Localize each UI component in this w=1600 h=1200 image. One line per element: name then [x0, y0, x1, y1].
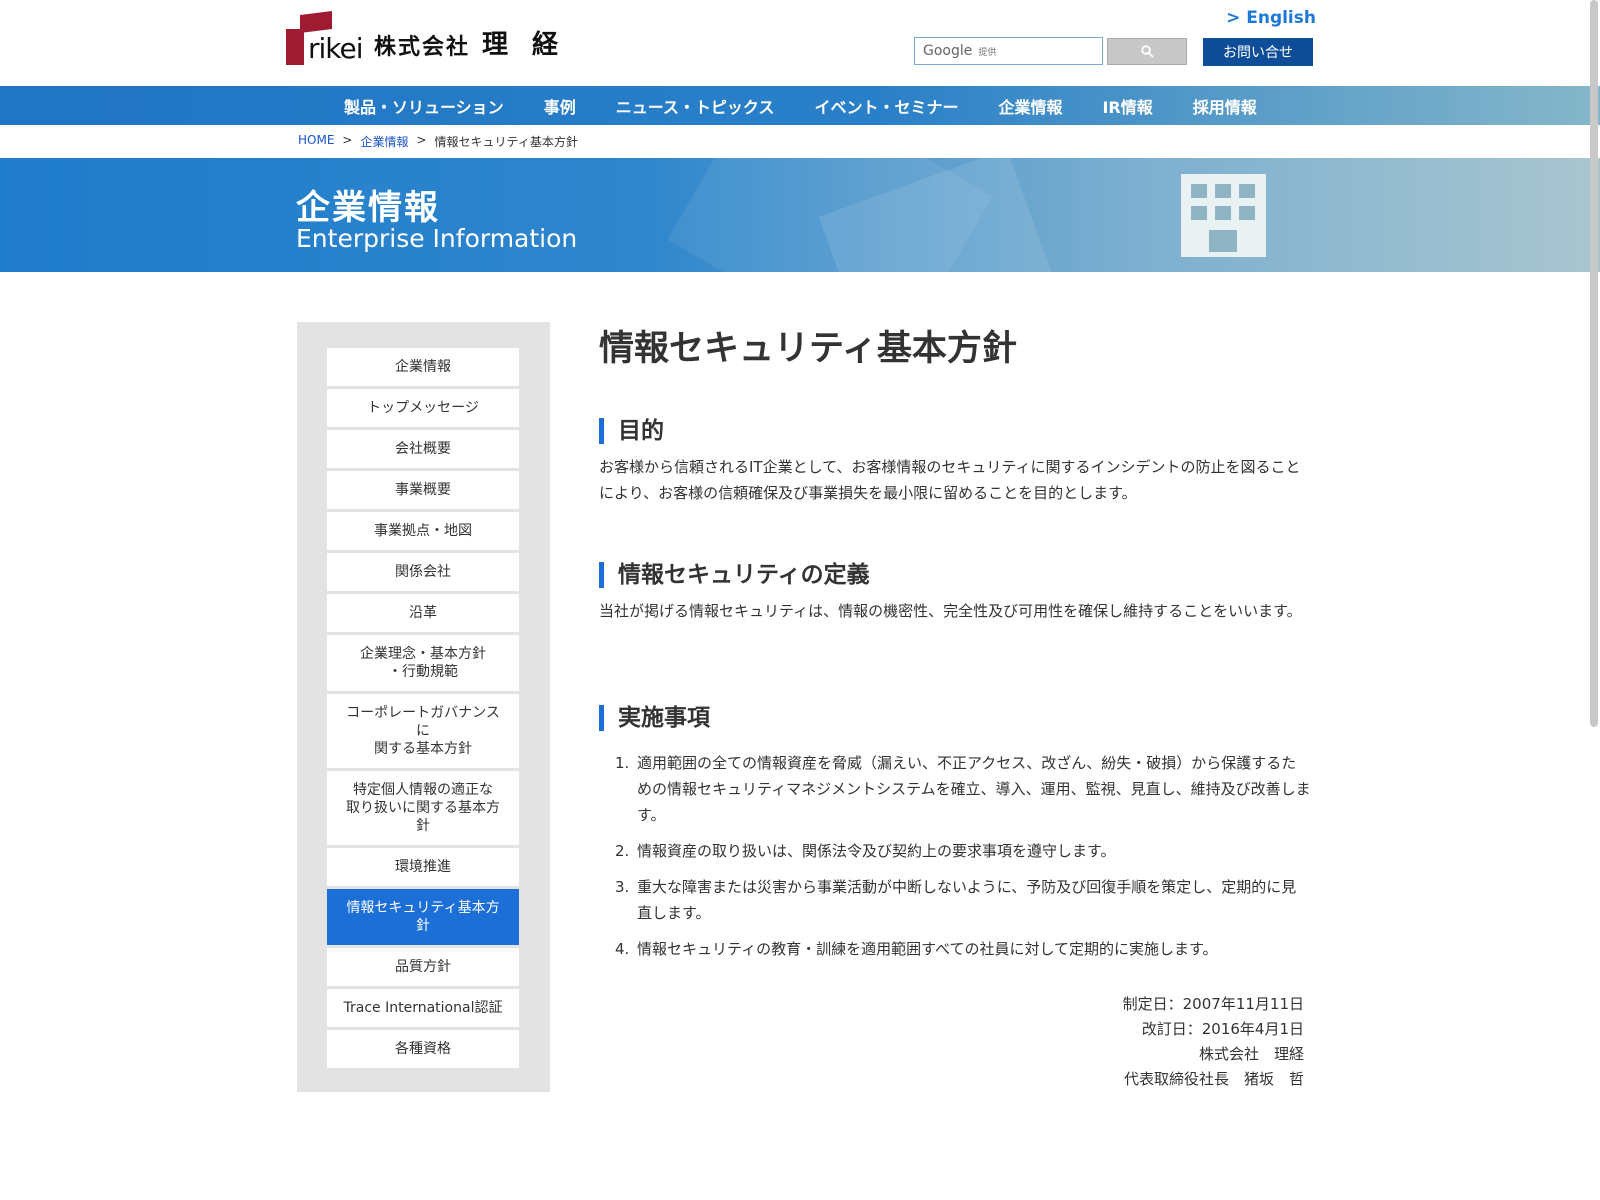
nav-item-news[interactable]: ニュース・トピックス [616, 94, 775, 118]
nav-item-company[interactable]: 企業情報 [998, 94, 1062, 118]
section-heading-measures: 実施事項 [599, 705, 710, 731]
page-scrollbar[interactable] [1590, 0, 1598, 727]
search-button[interactable] [1107, 38, 1187, 65]
sidebar-item-trace[interactable]: Trace International認証 [327, 989, 519, 1027]
sidebar-item-company[interactable]: 企業情報 [327, 348, 519, 386]
search-provider-label: Google [923, 43, 973, 59]
signature-company: 株式会社 理経 [1198, 1045, 1304, 1063]
sidebar-item-personal-info[interactable]: 特定個人情報の適正な 取り扱いに関する基本方 針 [327, 771, 519, 845]
established-date: 制定日：2007年11月11日 [1122, 995, 1304, 1013]
sidebar-item-philosophy[interactable]: 企業理念・基本方針 ・行動規範 [327, 635, 519, 691]
search-provider-suffix: 提供 [978, 47, 997, 58]
company-logo[interactable]: rikei 株式会社 理経 [286, 10, 582, 65]
list-item-text: 重大な障害または災害から事業活動が中断しないように、予防及び回復手順を策定し、定… [637, 878, 1297, 922]
sidebar-item-business[interactable]: 事業概要 [327, 471, 519, 509]
english-link[interactable]: > English [1226, 8, 1316, 28]
hero-subtitle: Enterprise Information [296, 224, 578, 253]
sidebar-item-governance[interactable]: コーポレートガバナンス に 関する基本方針 [327, 694, 519, 768]
sidebar-item-environment[interactable]: 環境推進 [327, 848, 519, 886]
breadcrumb-separator: > [342, 133, 353, 147]
sidebar-item-certifications[interactable]: 各種資格 [327, 1030, 519, 1068]
hero-title: 企業情報 [296, 188, 440, 228]
search-icon [1140, 45, 1154, 58]
signature-block: 制定日：2007年11月11日 改訂日：2016年4月1日 株式会社 理経 代表… [1123, 992, 1304, 1092]
sidebar-nav: 企業情報 トップメッセージ 会社概要 事業概要 事業拠点・地図 関係会社 沿革 … [297, 322, 550, 1092]
sidebar-item-quality[interactable]: 品質方針 [327, 948, 519, 986]
nav-item-products[interactable]: 製品・ソリューション [344, 94, 504, 118]
sidebar-item-locations[interactable]: 事業拠点・地図 [327, 512, 519, 550]
breadcrumb-separator: > [416, 133, 427, 147]
section-heading-definition: 情報セキュリティの定義 [599, 562, 870, 588]
revised-date: 改訂日：2016年4月1日 [1141, 1020, 1304, 1038]
building-icon [1181, 174, 1266, 257]
nav-item-events[interactable]: イベント・セミナー [814, 94, 958, 118]
list-item: 4. 情報セキュリティの教育・訓練を適用範囲すべての社員に対して定期的に実施しま… [615, 940, 1218, 958]
page-title: 情報セキュリティ基本方針 [599, 329, 1017, 369]
list-item-text: 情報資産の取り扱いは、関係法令及び契約上の要求事項を遵守します。 [637, 842, 1116, 860]
main-nav: 製品・ソリューション 事例 ニュース・トピックス イベント・セミナー 企業情報 … [0, 86, 1600, 125]
section-heading-purpose: 目的 [599, 418, 664, 444]
contact-button[interactable]: お問い合せ [1203, 38, 1313, 66]
site-header: rikei 株式会社 理経 > English Google 提供 お問い合せ [0, 0, 1600, 86]
nav-item-recruit[interactable]: 採用情報 [1193, 94, 1257, 118]
sidebar-item-affiliates[interactable]: 関係会社 [327, 553, 519, 591]
sidebar-item-overview[interactable]: 会社概要 [327, 430, 519, 468]
breadcrumb: HOME > 企業情報 > 情報セキュリティ基本方針 [298, 133, 578, 150]
list-item: 1. 適用範囲の全ての情報資産を脅威（漏えい、不正アクセス、改ざん、紛失・破損）… [615, 754, 1311, 824]
logo-wordmark: rikei [308, 32, 364, 65]
rikei-logo-mark: rikei [286, 11, 364, 65]
breadcrumb-company[interactable]: 企業情報 [360, 133, 408, 150]
logo-company-prefix: 株式会社 [374, 35, 471, 60]
logo-company-name: 理経 [482, 30, 583, 60]
list-item: 3. 重大な障害または災害から事業活動が中断しないように、予防及び回復手順を策定… [615, 878, 1297, 922]
sidebar-item-history[interactable]: 沿革 [327, 594, 519, 632]
list-item-text: 情報セキュリティの教育・訓練を適用範囲すべての社員に対して定期的に実施します。 [637, 940, 1218, 958]
sidebar-item-top-message[interactable]: トップメッセージ [327, 389, 519, 427]
sidebar-item-security-policy[interactable]: 情報セキュリティ基本方 針 [327, 889, 519, 945]
breadcrumb-home[interactable]: HOME [298, 133, 334, 150]
section-body-purpose: お客様から信頼されるIT企業として、お客様情報のセキュリティに関するインシデント… [599, 458, 1301, 502]
list-item: 2. 情報資産の取り扱いは、関係法令及び契約上の要求事項を遵守します。 [615, 842, 1116, 860]
breadcrumb-current: 情報セキュリティ基本方針 [434, 135, 578, 149]
nav-item-cases[interactable]: 事例 [544, 94, 576, 118]
signature-president: 代表取締役社長 猪坂 哲 [1123, 1070, 1304, 1088]
section-body-definition: 当社が掲げる情報セキュリティは、情報の機密性、完全性及び可用性を確保し維持するこ… [599, 602, 1302, 620]
nav-item-ir[interactable]: IR情報 [1102, 94, 1152, 118]
page-hero-banner: 企業情報 Enterprise Information [0, 158, 1600, 272]
search-input[interactable]: Google 提供 [914, 37, 1103, 65]
list-item-text: 適用範囲の全ての情報資産を脅威（漏えい、不正アクセス、改ざん、紛失・破損）から保… [637, 754, 1311, 824]
